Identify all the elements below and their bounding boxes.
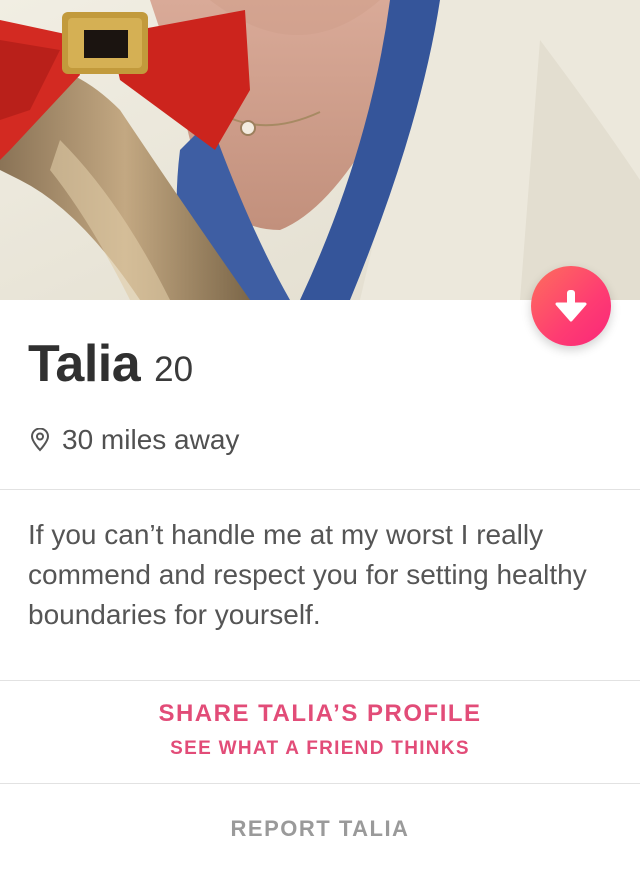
- distance-row: 30 miles away: [30, 420, 239, 460]
- name-age-row: Talia 20: [28, 334, 193, 398]
- location-pin-icon: [30, 428, 50, 452]
- collapse-profile-button[interactable]: [531, 266, 611, 346]
- distance-text: 30 miles away: [62, 424, 240, 455]
- divider: [0, 489, 640, 490]
- profile-photo[interactable]: [0, 0, 640, 300]
- profile-bio: If you can’t handle me at my worst I rea…: [28, 519, 587, 630]
- report-profile-button[interactable]: REPORT TALIA: [0, 816, 640, 842]
- divider: [0, 680, 640, 681]
- share-profile-button[interactable]: SHARE TALIA’S PROFILE: [0, 700, 640, 728]
- profile-age: 20: [154, 350, 194, 389]
- profile-name: Talia: [28, 335, 141, 393]
- divider: [0, 783, 640, 784]
- arrow-down-icon: [555, 288, 587, 324]
- profile-card: Talia 20 30 miles away If you can’t hand…: [0, 0, 640, 890]
- see-what-friend-thinks-link[interactable]: SEE WHAT A FRIEND THINKS: [0, 738, 640, 760]
